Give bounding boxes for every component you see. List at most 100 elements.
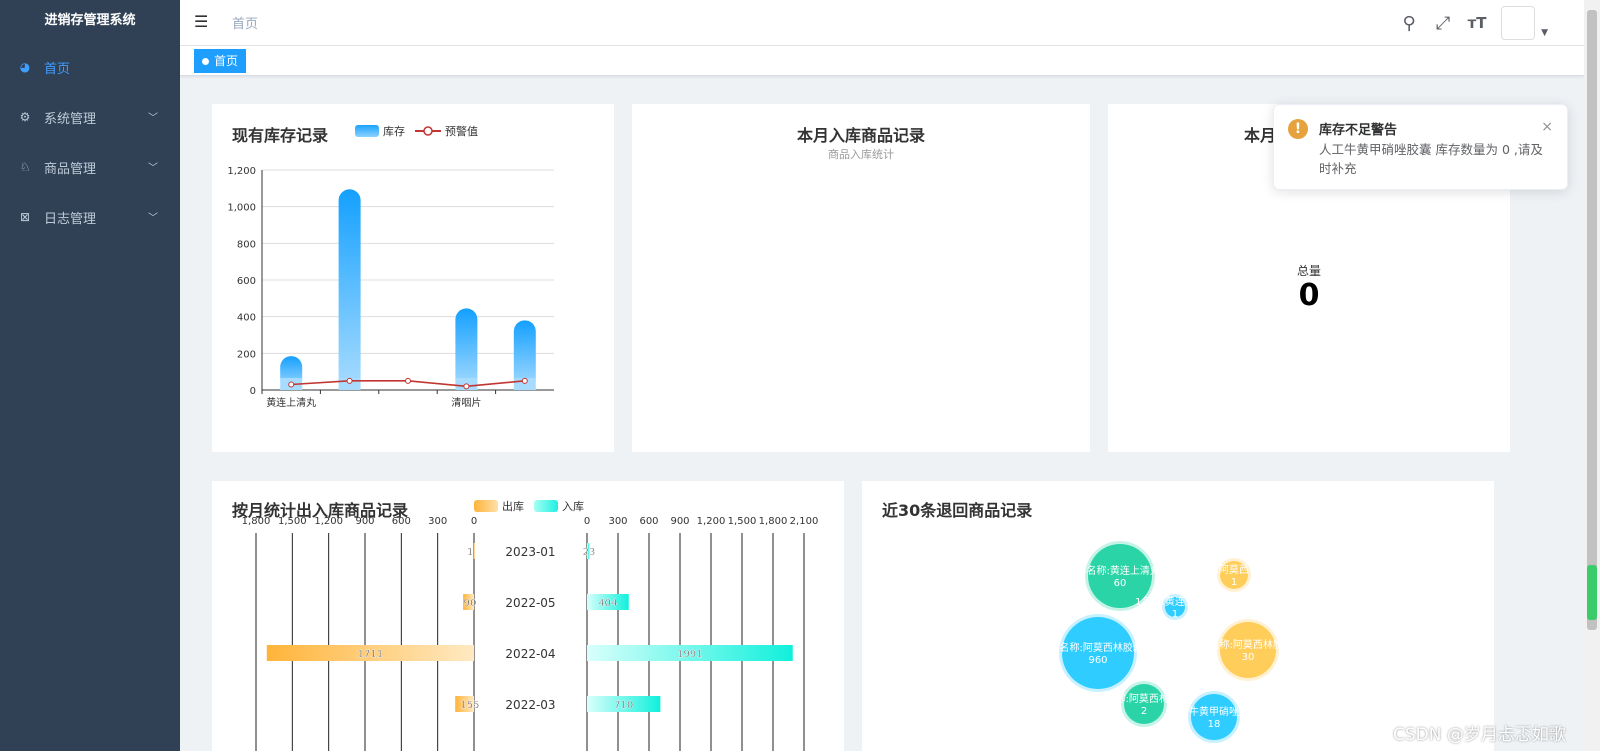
- close-icon[interactable]: ×: [1541, 119, 1553, 135]
- notification-title: 库存不足警告: [1319, 123, 1398, 138]
- outbound-value-label: 90: [464, 598, 477, 609]
- category-label: 2022-03: [505, 698, 555, 712]
- total-label: 总量: [1296, 264, 1321, 278]
- warning-point: [288, 381, 295, 388]
- fullscreen-icon[interactable]: ⤢: [1433, 13, 1453, 34]
- bubble: 2名称:阿莫西林胶囊30: [1203, 619, 1293, 681]
- category-label: 2022-04: [505, 647, 555, 661]
- y-tick-label: 600: [237, 276, 256, 287]
- inbound-value-label: 1991: [677, 649, 702, 660]
- left-tick-label: 900: [355, 516, 374, 527]
- outbound-value-label: 155: [460, 700, 479, 711]
- bubble: 7名称:阿莫西林胶囊1: [1189, 558, 1279, 592]
- breadcrumb[interactable]: 首页: [232, 13, 258, 32]
- outbound-bar: [473, 543, 475, 559]
- log-icon: ⊠: [19, 210, 31, 224]
- bubble: 1名称:黄连上清丸1: [1135, 594, 1215, 620]
- left-tick-label: 0: [471, 516, 477, 527]
- bubble: 4名称:阿莫西林胶囊960: [1053, 614, 1143, 692]
- chevron-down-icon: ﹀: [148, 163, 158, 174]
- tag-label: 首页: [214, 54, 239, 68]
- tag-home[interactable]: 首页: [194, 49, 247, 73]
- y-tick-label: 400: [237, 313, 256, 324]
- sidebar-item-label: 日志管理: [44, 211, 97, 227]
- warning-point: [521, 377, 528, 384]
- bubble-label: 1名称:黄连上清丸: [1135, 595, 1215, 608]
- returns-card: 近30条退回商品记录 6名称:黄连上清丸 60 7名称:阿莫西林胶囊 1 1名称:黄连上…: [862, 481, 1494, 751]
- bubble-label: 4名称:阿莫西林胶囊: [1053, 641, 1143, 654]
- y-tick-label: 200: [237, 349, 256, 360]
- caret-down-icon[interactable]: ▼: [1541, 28, 1548, 38]
- stock-bar: [338, 189, 361, 390]
- tags-view: 首页: [180, 46, 1584, 76]
- stock-bar-chart: 0 200 400 600 800 1,000 1,200 黄连上清丸 清咽片: [227, 166, 554, 409]
- bubble-label: 人工牛黄甲硝唑胶囊: [1169, 705, 1259, 718]
- category-label: 2023-01: [505, 545, 555, 559]
- sidebar-item-log[interactable]: ⊠ 日志管理 ﹀: [0, 192, 180, 242]
- right-tick-label: 1,200: [697, 516, 726, 527]
- watermark: CSDN @岁月忐忑如歌: [1393, 725, 1566, 745]
- font-size-icon[interactable]: ᴛT: [1467, 14, 1487, 32]
- right-tick-label: 600: [639, 516, 658, 527]
- stock-card: 现有库存记录 库存 预警值 0 200 400 600 800 1,000 1,200 黄连上…: [212, 104, 614, 452]
- warning-point: [463, 383, 470, 390]
- right-tick-label: 1,500: [728, 516, 757, 527]
- right-tick-label: 2,100: [790, 516, 819, 527]
- sidebar-item-label: 商品管理: [44, 161, 97, 177]
- scroll-indicator: [1587, 565, 1597, 620]
- y-tick-label: 1,200: [227, 166, 256, 177]
- bubble-label: 6名称:黄连上清丸: [1080, 564, 1160, 577]
- stock-warning-notification: ! 库存不足警告 人工牛黄甲硝唑胶囊 库存数量为 0 ,请及时补充 ×: [1273, 104, 1568, 190]
- bubble-value: 1: [1172, 609, 1178, 620]
- left-tick-label: 600: [392, 516, 411, 527]
- total-value: 0: [1298, 278, 1320, 313]
- right-tick-label: 0: [584, 516, 590, 527]
- y-tick-label: 800: [237, 239, 256, 250]
- gear-icon: ⚙: [19, 110, 31, 124]
- app-title: 进销存管理系统: [44, 13, 136, 28]
- category-label: 2022-05: [505, 596, 555, 610]
- left-tick-label: 1,200: [314, 516, 343, 527]
- stock-bar: [455, 308, 478, 390]
- warning-icon: !: [1288, 119, 1308, 139]
- sidebar-item-home[interactable]: ◕ 首页: [0, 42, 180, 92]
- inbound-value-label: 710: [614, 700, 633, 711]
- bubble-value: 1: [1231, 577, 1237, 588]
- sidebar-item-system[interactable]: ⚙ 系统管理 ﹀: [0, 92, 180, 142]
- bubble-value: 18: [1208, 719, 1221, 730]
- bubble-label: 2名称:阿莫西林胶囊: [1203, 638, 1293, 651]
- sidebar-item-goods[interactable]: ♘ 商品管理 ﹀: [0, 142, 180, 192]
- y-tick-label: 0: [250, 386, 256, 397]
- monthly-card: 按月统计出入库商品记录 出库 入库 1,800 1,500 1,200 900 600 3…: [212, 481, 844, 751]
- chevron-down-icon: ﹀: [148, 113, 158, 124]
- left-tick-label: 1,800: [242, 516, 271, 527]
- sidebar-item-label: 系统管理: [44, 111, 97, 127]
- search-icon[interactable]: ⚲: [1399, 13, 1419, 34]
- returns-bubble-chart: 6名称:黄连上清丸607名称:阿莫西林胶囊11名称:黄连上清丸14名称:阿莫西林…: [1053, 541, 1293, 743]
- outbound-value-label: 1: [467, 547, 473, 558]
- hamburger-icon[interactable]: ☰: [194, 12, 212, 31]
- warning-point: [405, 377, 411, 384]
- inbound-value-label: 404: [598, 598, 617, 609]
- monthly-butterfly-chart: 1,800 1,500 1,200 900 600 300 0 0 300 600 900 1,200…: [242, 516, 819, 751]
- inbound-card: 本月入库商品记录 商品入库统计: [632, 104, 1090, 452]
- warning-point: [346, 377, 353, 384]
- bubble-value: 60: [1114, 578, 1127, 589]
- navbar: ☰ 首页 ⚲ ⤢ ᴛT ▼: [180, 0, 1584, 46]
- right-tick-label: 1,800: [759, 516, 788, 527]
- card-title: 本月: [1244, 126, 1277, 145]
- right-tick-label: 900: [670, 516, 689, 527]
- scrollbar-thumb[interactable]: [1587, 10, 1597, 630]
- left-tick-label: 1,500: [278, 516, 307, 527]
- chevron-down-icon: ﹀: [148, 213, 158, 224]
- left-tick-label: 300: [428, 516, 447, 527]
- bubble-label: 5名称:阿莫西林胶囊: [1099, 692, 1189, 705]
- avatar[interactable]: [1501, 6, 1536, 40]
- scrollbar[interactable]: [1584, 0, 1600, 751]
- bubble-value: 30: [1242, 652, 1255, 663]
- bubble-value: 960: [1088, 655, 1107, 666]
- sidebar: 进销存管理系统 ◕ 首页 ⚙ 系统管理 ﹀ ♘ 商品管理 ﹀ ⊠ 日志管理 ﹀: [0, 0, 180, 751]
- notification-message: 人工牛黄甲硝唑胶囊 库存数量为 0 ,请及时补充: [1319, 142, 1543, 176]
- dot-icon: [202, 57, 209, 65]
- card-subtitle: 商品入库统计: [828, 148, 894, 161]
